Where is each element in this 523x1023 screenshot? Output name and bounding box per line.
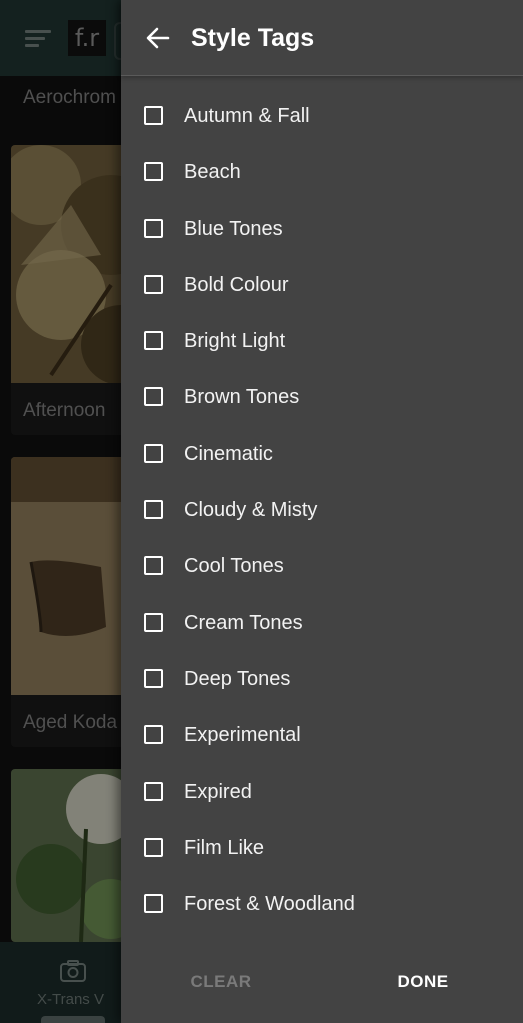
tag-label: Cool Tones (184, 555, 284, 578)
tag-list-item[interactable]: Autumn & Fall (121, 89, 523, 145)
drawer-footer: CLEAR DONE (121, 945, 523, 1023)
tag-label: Experimental (184, 724, 301, 747)
tag-checkbox[interactable] (144, 668, 163, 688)
tag-checkbox[interactable] (144, 781, 163, 801)
tag-list-item[interactable]: Bright Light (121, 314, 523, 370)
tag-list-item[interactable]: Cinematic (121, 427, 523, 483)
tag-label: Brown Tones (184, 386, 300, 409)
tag-list-item[interactable]: Film Like (121, 821, 523, 877)
tag-checkbox[interactable] (144, 106, 163, 125)
drawer-header: Style Tags (121, 0, 523, 76)
tag-checkbox[interactable] (144, 556, 163, 576)
tag-label: Autumn & Fall (184, 105, 310, 127)
tag-list-item[interactable]: Deep Tones (121, 652, 523, 708)
tag-label: Film Like (184, 836, 265, 859)
tag-checkbox[interactable] (144, 612, 163, 632)
tag-label: Bold Colour (184, 273, 289, 296)
tag-label: Expired (184, 780, 252, 803)
tag-checkbox[interactable] (144, 837, 163, 857)
style-tags-drawer: Style Tags Autumn & Fall Beach Blue Tones B… (121, 0, 523, 1023)
done-button[interactable]: DONE (373, 972, 473, 992)
tag-list-item[interactable]: Cool Tones (121, 539, 523, 595)
tag-checkbox[interactable] (144, 331, 163, 351)
tag-label: Cream Tones (184, 611, 303, 634)
tag-list-item[interactable]: Brown Tones (121, 370, 523, 426)
tag-list-item[interactable]: Beach (121, 145, 523, 201)
clear-button[interactable]: CLEAR (171, 972, 271, 992)
drawer-title: Style Tags (191, 24, 315, 52)
tag-checkbox[interactable] (144, 725, 163, 745)
tag-label: Forest & Woodland (184, 893, 355, 916)
tag-label: Blue Tones (184, 217, 283, 240)
tag-list-item[interactable]: Cream Tones (121, 596, 523, 652)
tag-label: Deep Tones (184, 667, 291, 690)
tag-checkbox[interactable] (144, 443, 163, 463)
tag-label: Cinematic (184, 442, 273, 465)
style-tag-list: Autumn & Fall Beach Blue Tones Bold Colour B… (121, 89, 523, 933)
tag-list-item[interactable]: Forest & Woodland (121, 877, 523, 933)
tag-checkbox[interactable] (144, 500, 163, 520)
tag-list-item[interactable]: Bold Colour (121, 258, 523, 314)
tag-checkbox[interactable] (144, 387, 163, 407)
tag-checkbox[interactable] (144, 894, 163, 914)
tag-list-item[interactable]: Expired (121, 765, 523, 821)
tag-label: Beach (184, 161, 241, 184)
tag-checkbox[interactable] (144, 274, 163, 294)
tag-list-item[interactable]: Experimental (121, 708, 523, 764)
tag-list-item[interactable]: Blue Tones (121, 202, 523, 258)
tag-checkbox[interactable] (144, 162, 163, 182)
tag-label: Cloudy & Misty (184, 499, 318, 522)
tag-list-item[interactable]: Cloudy & Misty (121, 483, 523, 539)
tag-checkbox[interactable] (144, 218, 163, 238)
arrow-left-icon[interactable] (145, 25, 171, 51)
tag-label: Bright Light (184, 330, 286, 353)
